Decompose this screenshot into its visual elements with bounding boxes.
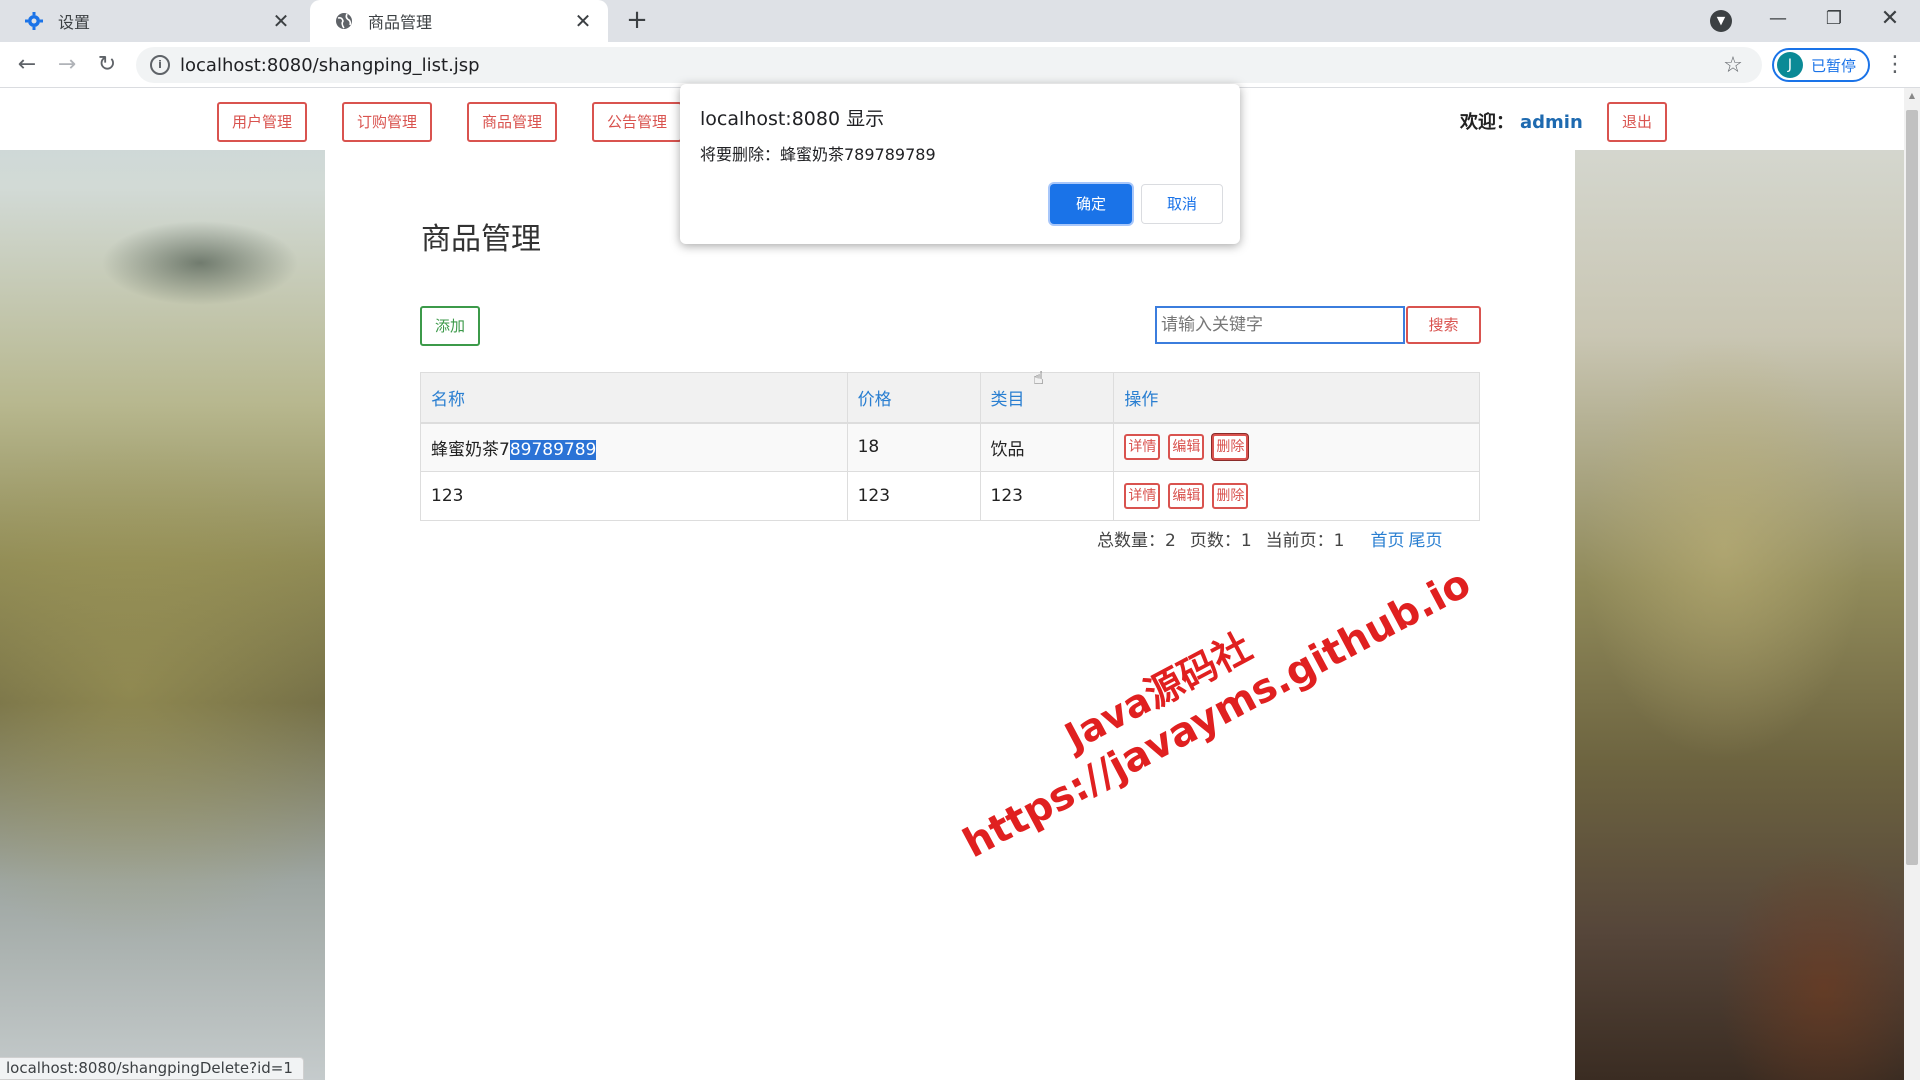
tab-strip: 设置 ✕ 商品管理 ✕ + ▼ — ❐ ✕: [0, 0, 1920, 42]
table-row: 123 123 123 详情 编辑 删除: [420, 471, 1480, 521]
edit-button[interactable]: 编辑: [1168, 483, 1205, 509]
cell-name: 123: [420, 471, 848, 521]
globe-icon: [334, 11, 354, 31]
profile-button[interactable]: J 已暂停: [1772, 48, 1870, 82]
scroll-thumb[interactable]: [1906, 110, 1918, 865]
nav-order-management[interactable]: 订购管理: [342, 102, 432, 142]
hand-cursor-icon: ☝: [1033, 368, 1044, 389]
edit-button[interactable]: 编辑: [1168, 434, 1205, 461]
welcome-text: 欢迎： admin: [1460, 108, 1583, 134]
tab-product-management[interactable]: 商品管理 ✕: [310, 0, 608, 42]
browser-toolbar: ← → ↻ i localhost:8080/shangping_list.js…: [0, 42, 1920, 88]
dialog-title: localhost:8080 显示: [700, 108, 885, 130]
profile-status: 已暂停: [1811, 56, 1857, 75]
close-icon[interactable]: ✕: [568, 9, 598, 33]
reload-icon[interactable]: ↻: [92, 50, 122, 80]
info-icon[interactable]: i: [150, 55, 170, 75]
table-row: 蜂蜜奶茶789789789 18 饮品 详情 编辑 删除: [420, 422, 1480, 472]
tab-title: 商品管理: [368, 13, 433, 32]
search-button[interactable]: 搜索: [1406, 306, 1481, 344]
product-table: 名称 价格 类目 操作 蜂蜜奶茶789789789 18 饮品 详情 编辑 删除 1…: [420, 372, 1480, 521]
url-text[interactable]: localhost:8080/shangping_list.jsp: [180, 55, 1718, 76]
nav-notice-management[interactable]: 公告管理: [592, 102, 682, 142]
current-page: 当前页：1: [1265, 531, 1345, 551]
table-header-row: 名称 价格 类目 操作: [420, 372, 1480, 424]
restore-button[interactable]: ❐: [1804, 0, 1864, 38]
confirm-button[interactable]: 确定: [1050, 184, 1132, 224]
nav-user-management[interactable]: 用户管理: [217, 102, 307, 142]
nav-product-management[interactable]: 商品管理: [467, 102, 557, 142]
confirm-dialog: localhost:8080 显示 将要删除：蜂蜜奶茶789789789 确定 …: [680, 84, 1240, 244]
scroll-up-arrow-icon[interactable]: ▲: [1904, 88, 1920, 104]
delete-button[interactable]: 删除: [1212, 434, 1249, 461]
cancel-button[interactable]: 取消: [1141, 184, 1223, 224]
delete-button[interactable]: 删除: [1212, 483, 1249, 509]
back-arrow-icon[interactable]: ←: [12, 50, 42, 80]
close-icon[interactable]: ✕: [266, 9, 296, 33]
search-input[interactable]: [1155, 306, 1405, 344]
add-button[interactable]: 添加: [420, 306, 480, 346]
background-image-right: [1574, 88, 1904, 1080]
cell-actions: 详情 编辑 删除: [1113, 422, 1480, 472]
cell-actions: 详情 编辑 删除: [1113, 471, 1480, 521]
column-header-name: 名称: [420, 372, 848, 424]
name-text: 蜂蜜奶茶7: [431, 439, 510, 460]
avatar: J: [1777, 52, 1803, 78]
column-header-price: 价格: [846, 372, 981, 424]
status-bar-url: localhost:8080/shangpingDelete?id=1: [0, 1057, 304, 1080]
column-header-actions: 操作: [1113, 372, 1480, 424]
cell-price: 18: [846, 422, 981, 472]
tab-settings[interactable]: 设置 ✕: [0, 0, 306, 42]
forward-arrow-icon[interactable]: →: [52, 50, 82, 80]
logout-button[interactable]: 退出: [1607, 102, 1667, 142]
cell-price: 123: [846, 471, 981, 521]
gear-icon: [24, 11, 44, 31]
username[interactable]: admin: [1520, 112, 1583, 133]
vertical-scrollbar[interactable]: ▲: [1904, 88, 1920, 1080]
selected-text: 89789789: [509, 439, 597, 460]
last-page-link[interactable]: 尾页: [1408, 531, 1442, 551]
address-bar[interactable]: i localhost:8080/shangping_list.jsp ☆: [136, 47, 1762, 83]
cell-category: 饮品: [979, 422, 1115, 472]
bookmark-star-icon[interactable]: ☆: [1718, 53, 1748, 78]
total-count: 总数量：2: [1097, 531, 1176, 551]
page-title: 商品管理: [421, 222, 541, 257]
name-text: 123: [431, 486, 464, 506]
cell-name: 蜂蜜奶茶789789789: [420, 422, 848, 472]
tab-title: 设置: [58, 13, 91, 32]
column-header-category: 类目: [979, 372, 1115, 424]
minimize-button[interactable]: —: [1748, 0, 1808, 38]
tab-search-icon[interactable]: ▼: [1710, 10, 1732, 32]
new-tab-button[interactable]: +: [622, 6, 652, 36]
window-close-button[interactable]: ✕: [1860, 0, 1920, 38]
dialog-message: 将要删除：蜂蜜奶茶789789789: [700, 145, 936, 164]
welcome-label: 欢迎：: [1460, 112, 1514, 133]
more-menu-icon[interactable]: ⋮: [1880, 50, 1910, 80]
cell-category: 123: [979, 471, 1115, 521]
page-count: 页数：1: [1189, 531, 1252, 551]
detail-button[interactable]: 详情: [1124, 483, 1161, 509]
detail-button[interactable]: 详情: [1124, 434, 1161, 461]
